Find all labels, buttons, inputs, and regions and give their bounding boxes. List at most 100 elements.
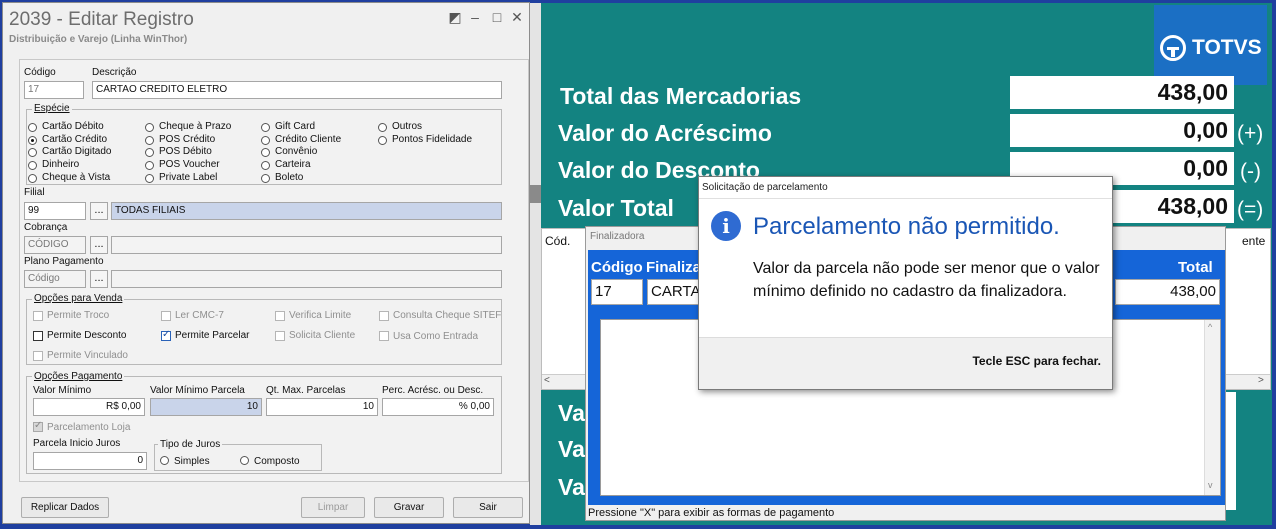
especie-option-label: Cheque à Prazo [159,121,232,132]
perc-acresc-field[interactable]: % 0,00 [382,398,494,416]
plano-code-field[interactable]: Código [24,270,86,288]
gravar-button[interactable]: Gravar [374,497,444,518]
minimize-icon[interactable]: – [467,9,483,25]
usa-como-entrada-checkbox[interactable] [379,331,389,341]
juros-composto-label: Composto [254,456,300,467]
especie-option-label: Pontos Fidelidade [392,133,473,145]
finalizadora-codigo-field[interactable]: 17 [591,279,643,305]
limpar-button[interactable]: Limpar [301,497,365,518]
especie-option-label: Outros [392,121,423,132]
parcelamento-loja-checkbox[interactable] [33,420,43,432]
consulta-cheque-checkbox[interactable] [379,311,389,321]
especie-option-label: Cartão Débito [42,121,104,132]
consulta-cheque-label: Consulta Cheque SITEF [393,310,502,321]
juros-simples-radio[interactable] [160,456,169,465]
sair-button[interactable]: Sair [453,497,523,518]
title-bar: 2039 - Editar Registro Distribuição e Va… [3,3,529,47]
permite-vinculado-label: Permite Vinculado [47,350,128,361]
qt-max-parcelas-field[interactable]: 10 [266,398,378,416]
especie-option-label: Convênio [275,146,318,158]
ler-cmc7-checkbox[interactable] [161,311,171,321]
close-icon[interactable]: ✕ [509,9,525,25]
especie-radio[interactable] [261,173,270,183]
valor-minimo-label: Valor Mínimo [33,385,92,396]
especie-option-label: Crédito Cliente [275,133,342,145]
cobranca-code-field[interactable]: CÓDIGO [24,236,86,254]
brand-name: TOTVS [1192,36,1262,59]
desconto-sign: (-) [1240,160,1261,183]
especie-option-label: Boleto [275,171,304,183]
especie-option-label: POS Voucher [159,159,220,171]
especie-option-label: Cheque à Vista [42,171,111,183]
filial-code-field[interactable]: 99 [24,202,86,220]
especie-option-label: Private Label [159,171,218,183]
especie-radio[interactable] [378,135,387,145]
cobranca-lookup-button[interactable]: ... [90,236,108,254]
especie-radio[interactable] [145,173,154,183]
permite-troco-checkbox[interactable] [33,311,43,321]
replicar-dados-button[interactable]: Replicar Dados [21,497,109,518]
payment-list-scrollbar[interactable]: ^ v [1204,320,1220,495]
especie-radio[interactable] [145,135,154,145]
edit-icon[interactable]: ◩ [447,9,463,25]
permite-desconto-checkbox[interactable] [33,331,43,341]
cobranca-desc-field [111,236,502,254]
finalizadora-title: Finalizadora [590,231,645,242]
permite-parcelar-checkbox[interactable] [161,329,171,341]
filial-lookup-button[interactable]: ... [90,202,108,220]
parcelamento-loja-label: Parcelamento Loja [47,422,131,433]
filial-label: Filial [24,187,45,198]
descricao-label: Descrição [92,67,137,78]
finalizadora-total-field: 438,00 [1115,279,1220,305]
plano-lookup-button[interactable]: ... [90,270,108,288]
solicita-cliente-label: Solicita Cliente [289,330,356,341]
especie-radio[interactable] [28,135,37,145]
separator-marker [530,185,541,203]
acrescimo-value: 0,00 [1010,114,1234,147]
solicita-cliente-checkbox[interactable] [275,331,285,341]
especie-radio[interactable] [261,135,270,145]
maximize-icon[interactable]: □ [489,9,505,25]
permite-troco-label: Permite Troco [47,310,110,321]
cod-column-header: Cód. [545,234,571,248]
ente-column-header: ente [1242,234,1266,248]
edit-record-window: 2039 - Editar Registro Distribuição e Va… [2,2,530,524]
finalizadora-footer: Pressione "X" para exibir as formas de p… [588,507,835,519]
verifica-limite-checkbox[interactable] [275,311,285,321]
opcoes-pagamento-label: Opções Pagamento [32,371,125,382]
parcela-inicio-juros-field[interactable]: 0 [33,452,147,470]
total-header: Total [1178,259,1213,276]
permite-desconto-label: Permite Desconto [47,330,127,341]
especie-option-label: Cartão Digitado [42,146,112,158]
valor-min-parcela-field[interactable]: 10 [150,398,262,416]
parcela-inicio-juros-label: Parcela Inicio Juros [33,438,121,449]
especie-radio[interactable] [145,123,154,132]
info-icon: i [711,211,741,241]
va-label-2: Va [558,436,585,462]
especie-radio[interactable] [28,173,37,183]
especie-option-label: Gift Card [275,121,316,132]
descricao-field[interactable]: CARTAO CREDITO ELETRO [92,81,502,99]
valor-minimo-field[interactable]: R$ 0,00 [33,398,145,416]
codigo-field[interactable]: 17 [24,81,84,99]
especie-radio[interactable] [28,123,37,132]
dialog-title-bar: Solicitação de parcelamento [699,177,1112,199]
plano-desc-field [111,270,502,288]
window-title: 2039 - Editar Registro [9,9,194,30]
juros-composto-radio[interactable] [240,456,249,465]
acrescimo-sign: (+) [1237,122,1264,145]
opcoes-venda-label: Opções para Venda [32,293,125,304]
brand-logo: TOTVS [1154,5,1267,85]
permite-vinculado-checkbox[interactable] [33,351,43,361]
right-value-strip [1226,392,1236,510]
dialog-footer-bar: Tecle ESC para fechar. [699,337,1112,389]
especie-option-label: Cartão Crédito [42,133,108,145]
especie-radio[interactable] [378,123,387,132]
qt-max-parcelas-label: Qt. Max. Parcelas [266,385,346,396]
dialog-footer: Tecle ESC para fechar. [972,354,1101,368]
codigo-label: Código [24,67,56,78]
total-label: Valor Total [558,195,674,221]
finaliza-header: Finaliza [646,259,702,276]
separator [530,3,541,525]
especie-radio[interactable] [261,123,270,132]
